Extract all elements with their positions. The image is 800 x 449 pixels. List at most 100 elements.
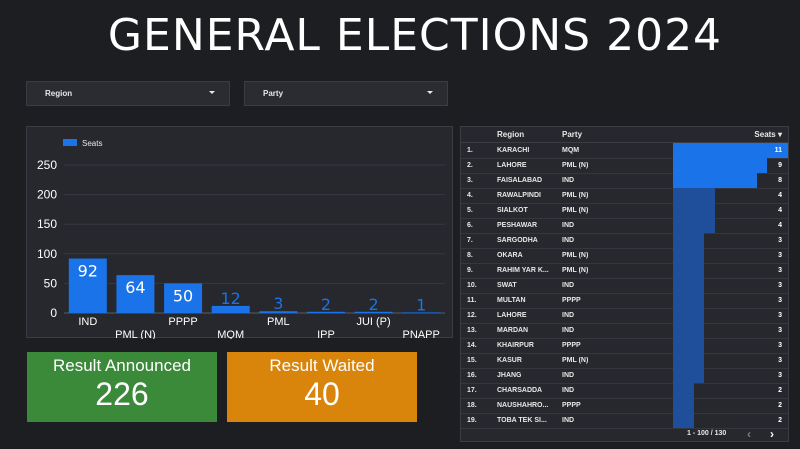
table-row[interactable]: 4. RAWALPINDI PML (N) 4 <box>461 188 788 204</box>
row-seats: 3 <box>778 252 782 259</box>
seats-bar <box>673 218 715 233</box>
table-row[interactable]: 14. KHAIRPUR PPPP 3 <box>461 338 788 354</box>
row-region: SARGODHA <box>497 237 538 244</box>
row-seats: 3 <box>778 312 782 319</box>
row-region: KASUR <box>497 357 522 364</box>
row-region: JHANG <box>497 372 522 379</box>
data-label: 50 <box>173 286 193 305</box>
x-tick-label: PML <box>267 316 290 328</box>
column-header-region[interactable]: Region <box>497 130 524 139</box>
row-index: 6. <box>467 222 473 229</box>
table-row[interactable]: 5. SIALKOT PML (N) 4 <box>461 203 788 219</box>
row-region: MULTAN <box>497 297 526 304</box>
row-index: 5. <box>467 207 473 214</box>
row-seats: 2 <box>778 387 782 394</box>
seats-bar <box>673 308 705 323</box>
table-row[interactable]: 18. NAUSHAHRO... PPPP 2 <box>461 398 788 414</box>
party-filter-dropdown[interactable]: Party <box>244 81 448 106</box>
seats-bar <box>673 203 715 218</box>
row-index: 3. <box>467 177 473 184</box>
result-waited-card: Result Waited 40 <box>227 352 417 422</box>
row-index: 1. <box>467 147 473 154</box>
row-seats: 4 <box>778 207 782 214</box>
seats-bar <box>673 338 705 353</box>
row-seats: 4 <box>778 192 782 199</box>
row-party: IND <box>562 177 575 184</box>
row-index: 13. <box>467 327 477 334</box>
row-party: IND <box>562 387 575 394</box>
row-party: IND <box>562 312 575 319</box>
chevron-left-icon[interactable]: ‹ <box>747 427 751 441</box>
legend-label: Seats <box>82 139 102 148</box>
row-region: RAWALPINDI <box>497 192 541 199</box>
x-tick-label: IND <box>78 316 97 328</box>
row-seats: 3 <box>778 342 782 349</box>
table-row[interactable]: 10. SWAT IND 3 <box>461 278 788 294</box>
table-row[interactable]: 6. PESHAWAR IND 4 <box>461 218 788 234</box>
data-label: 2 <box>368 295 378 314</box>
column-header-seats[interactable]: Seats ▾ <box>754 130 782 139</box>
row-party: IND <box>562 417 575 424</box>
table-row[interactable]: 11. MULTAN PPPP 3 <box>461 293 788 309</box>
row-party: IND <box>562 222 575 229</box>
row-seats: 3 <box>778 267 782 274</box>
table-row[interactable]: 1. KARACHI MQM 11 <box>461 143 788 159</box>
row-region: LAHORE <box>497 162 527 169</box>
table-row[interactable]: 12. LAHORE IND 3 <box>461 308 788 324</box>
row-party: PPPP <box>562 402 581 409</box>
seats-bar <box>673 143 788 158</box>
y-tick-label: 200 <box>37 188 57 202</box>
row-seats: 3 <box>778 237 782 244</box>
table-row[interactable]: 2. LAHORE PML (N) 9 <box>461 158 788 174</box>
table-row[interactable]: 13. MARDAN IND 3 <box>461 323 788 339</box>
y-tick-label: 250 <box>37 158 57 172</box>
row-party: PPPP <box>562 297 581 304</box>
table-row[interactable]: 15. KASUR PML (N) 3 <box>461 353 788 369</box>
region-filter-label: Region <box>45 89 73 98</box>
data-label: 2 <box>321 295 331 314</box>
x-tick-label: PNAPP <box>403 329 440 339</box>
row-region: SIALKOT <box>497 207 528 214</box>
row-party: IND <box>562 372 575 379</box>
row-party: PML (N) <box>562 252 589 259</box>
y-tick-label: 0 <box>50 306 57 320</box>
row-seats: 4 <box>778 222 782 229</box>
row-region: PESHAWAR <box>497 222 538 229</box>
x-tick-label: JUI (P) <box>356 316 390 328</box>
table-row[interactable]: 3. FAISALABAD IND 8 <box>461 173 788 189</box>
table-row[interactable]: 8. OKARA PML (N) 3 <box>461 248 788 264</box>
row-seats: 8 <box>778 177 782 184</box>
seats-bar <box>673 188 715 203</box>
row-region: CHARSADDA <box>497 387 543 394</box>
x-tick-label: PPPP <box>168 316 197 328</box>
table-row[interactable]: 9. RAHIM YAR K... PML (N) 3 <box>461 263 788 279</box>
table-row[interactable]: 16. JHANG IND 3 <box>461 368 788 384</box>
row-seats: 3 <box>778 327 782 334</box>
row-party: IND <box>562 237 575 244</box>
table-row[interactable]: 17. CHARSADDA IND 2 <box>461 383 788 399</box>
row-party: IND <box>562 327 575 334</box>
row-index: 7. <box>467 237 473 244</box>
pagination-range: 1 - 100 / 130 <box>687 430 727 437</box>
row-region: RAHIM YAR K... <box>497 267 549 274</box>
row-seats: 3 <box>778 357 782 364</box>
region-filter-dropdown[interactable]: Region <box>26 81 230 106</box>
seats-bar <box>673 158 768 173</box>
row-seats: 3 <box>778 372 782 379</box>
row-index: 8. <box>467 252 473 259</box>
seats-bar <box>673 173 757 188</box>
seats-bar <box>673 413 694 428</box>
row-party: PML (N) <box>562 357 589 364</box>
row-seats: 3 <box>778 282 782 289</box>
seats-bar <box>673 248 705 263</box>
column-header-party[interactable]: Party <box>562 130 582 139</box>
chevron-right-icon[interactable]: › <box>770 427 774 441</box>
caret-down-icon <box>427 91 433 94</box>
row-region: FAISALABAD <box>497 177 543 184</box>
row-party: PML (N) <box>562 267 589 274</box>
row-seats: 2 <box>778 402 782 409</box>
table-row[interactable]: 7. SARGODHA IND 3 <box>461 233 788 249</box>
x-tick-label: MQM <box>217 329 244 339</box>
data-label: 1 <box>416 295 426 314</box>
seats-bar-chart: Seats 0 50 100 150 200 250 92 IND 64 PML (N) 50 PPPP… <box>26 126 453 339</box>
